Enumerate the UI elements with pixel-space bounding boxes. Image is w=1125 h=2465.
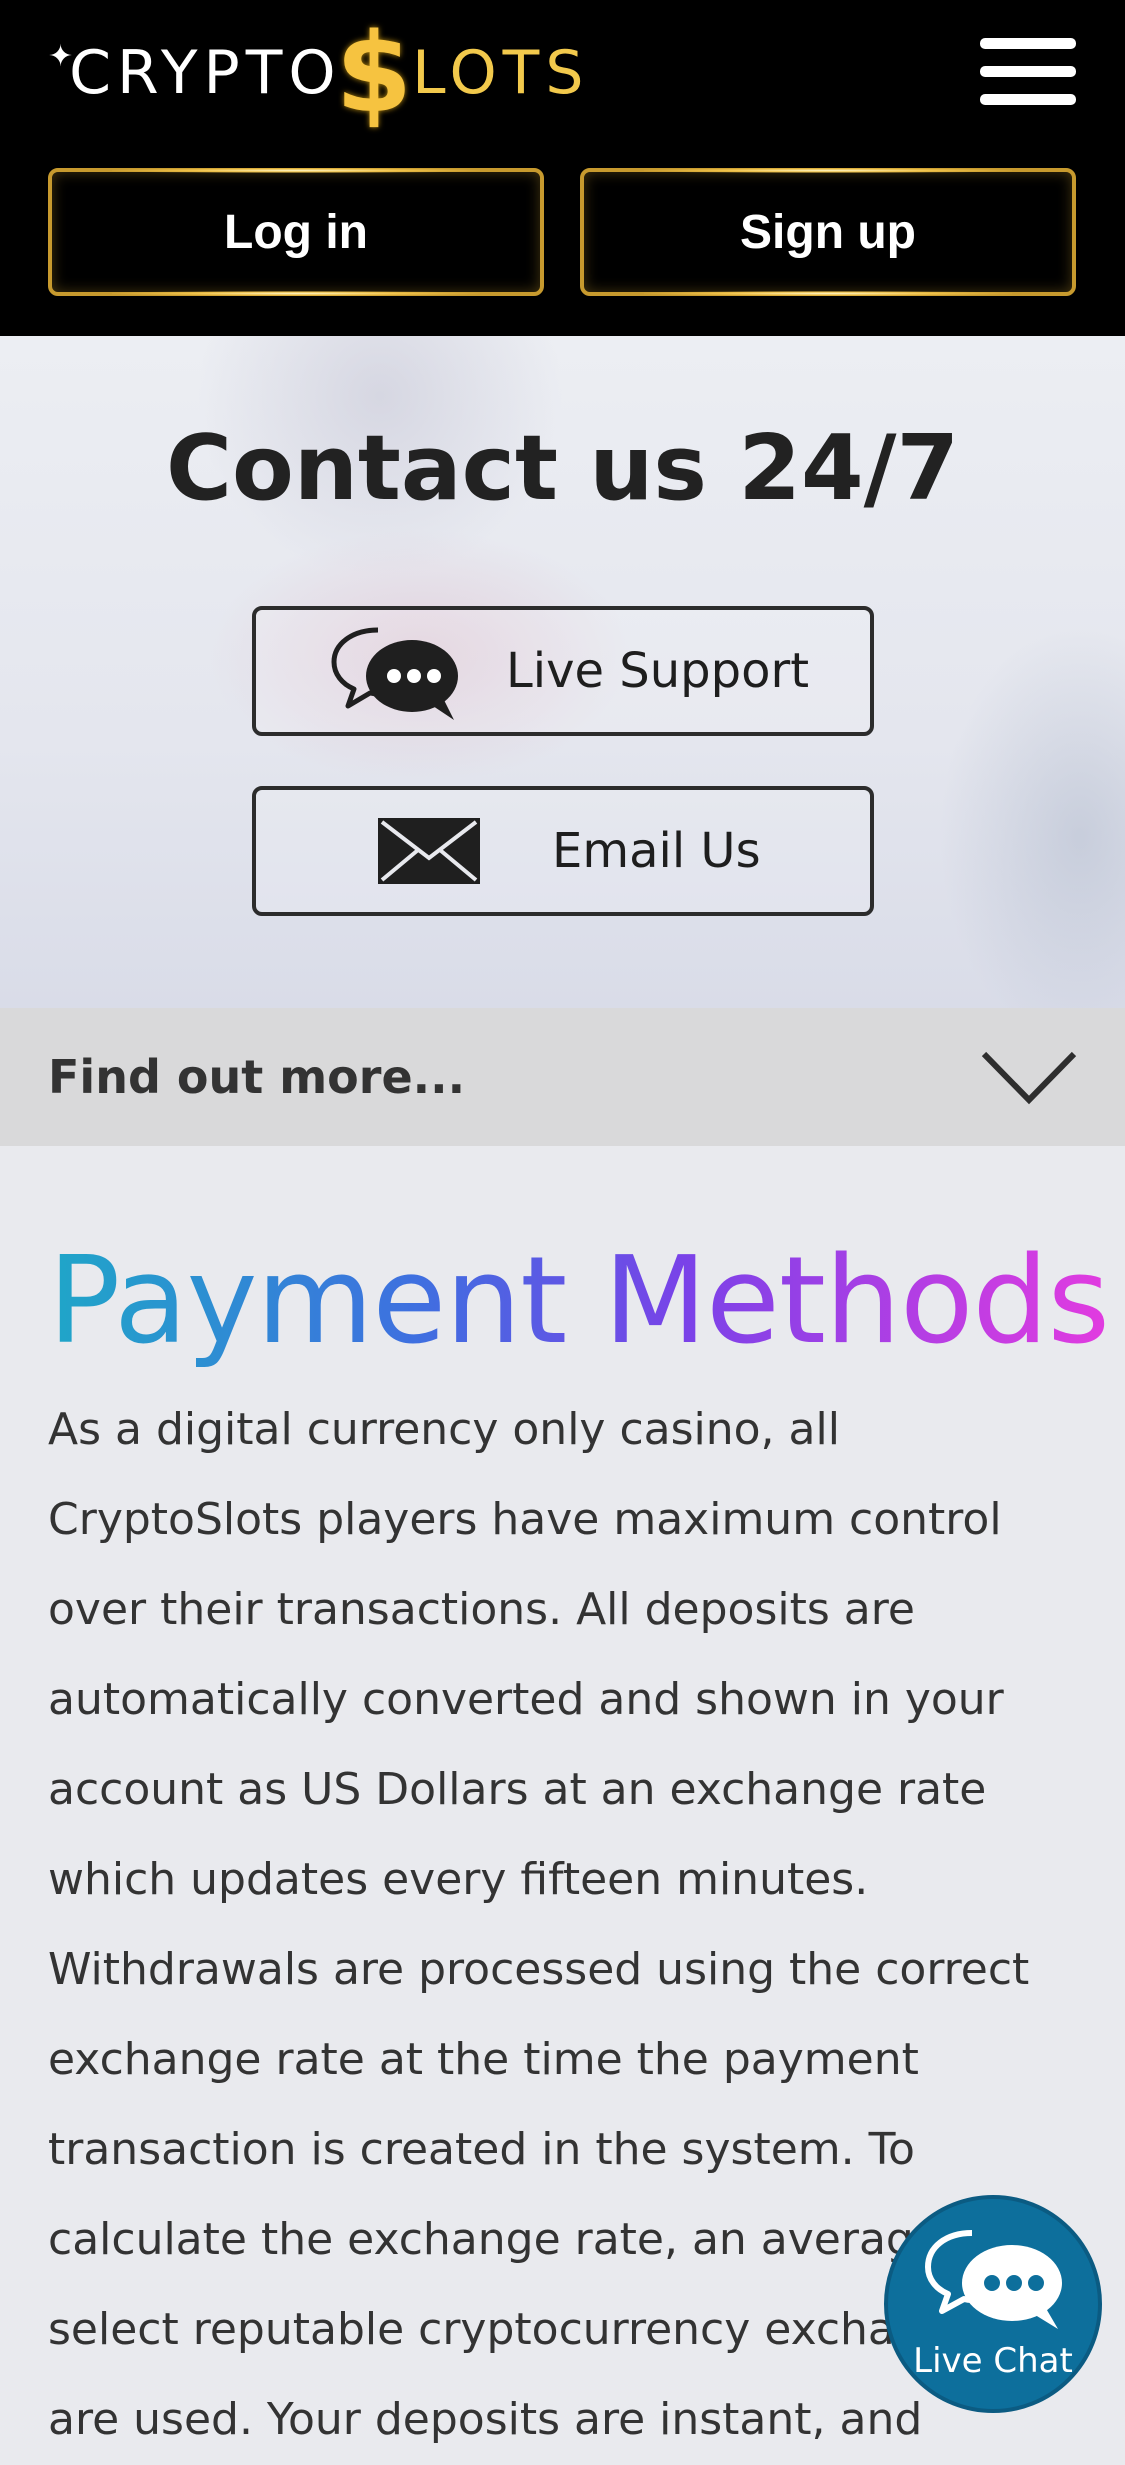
sparkle-icon: ✦ bbox=[48, 39, 80, 74]
live-chat-button[interactable]: Live Chat bbox=[884, 2195, 1102, 2413]
hamburger-menu-icon[interactable] bbox=[980, 38, 1076, 106]
chat-bubbles-icon bbox=[330, 624, 462, 728]
email-us-button[interactable]: Email Us bbox=[252, 786, 874, 916]
logo-dollar-symbol: $ bbox=[335, 8, 419, 137]
cryptoslots-logo[interactable]: ✦ CRYPTO $ LOTS bbox=[48, 8, 590, 137]
contact-title: Contact us 24/7 bbox=[165, 416, 960, 521]
site-header: ✦ CRYPTO $ LOTS Log in Sign up bbox=[0, 0, 1125, 336]
chevron-down-icon bbox=[980, 1048, 1078, 1112]
find-out-more-label: Find out more... bbox=[48, 1050, 466, 1104]
signup-button[interactable]: Sign up bbox=[580, 168, 1076, 296]
chat-bubbles-icon bbox=[920, 2227, 1070, 2341]
payment-methods-title: Payment Methods bbox=[48, 1232, 1110, 1371]
logo-suffix: LOTS bbox=[412, 37, 590, 108]
live-chat-label: Live Chat bbox=[913, 2341, 1073, 2381]
find-out-more-toggle[interactable]: Find out more... bbox=[0, 1008, 1125, 1146]
email-us-label: Email Us bbox=[552, 823, 761, 879]
contact-hero: Contact us 24/7 Live Support Email Us bbox=[0, 336, 1125, 1008]
logo-prefix: CRYPTO bbox=[69, 37, 342, 108]
envelope-icon bbox=[378, 818, 480, 888]
live-support-label: Live Support bbox=[506, 643, 810, 699]
login-button[interactable]: Log in bbox=[48, 168, 544, 296]
live-support-button[interactable]: Live Support bbox=[252, 606, 874, 736]
